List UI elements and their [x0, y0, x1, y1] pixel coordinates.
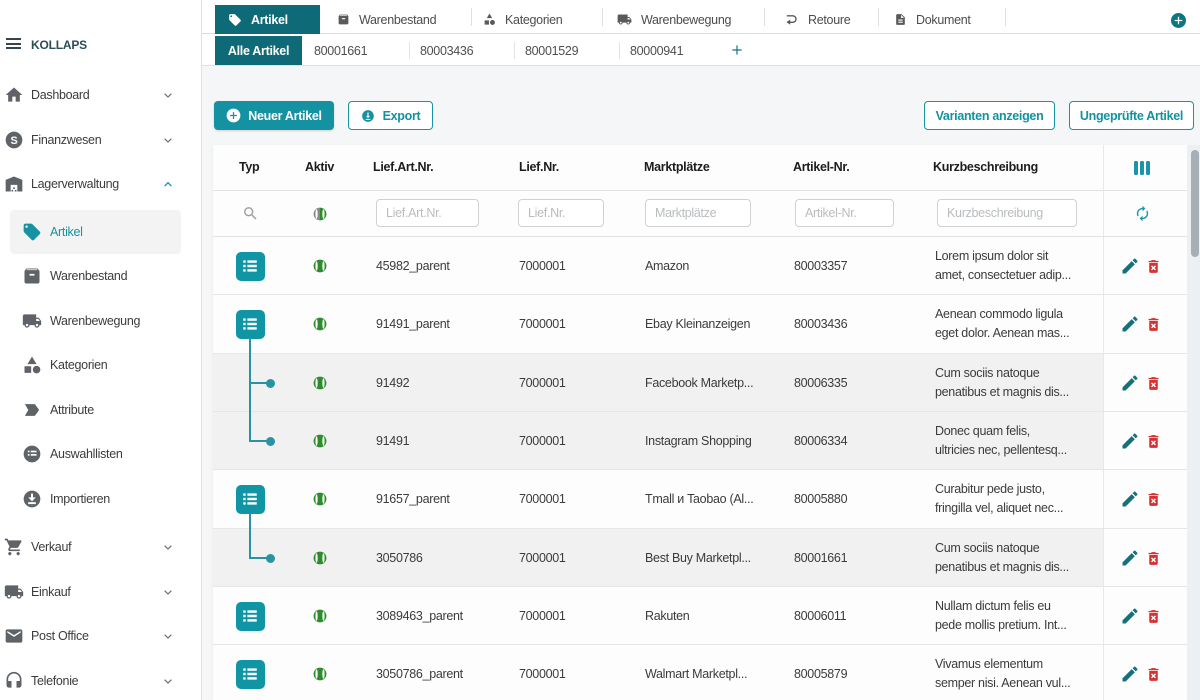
svg-text:S: S: [11, 134, 18, 146]
